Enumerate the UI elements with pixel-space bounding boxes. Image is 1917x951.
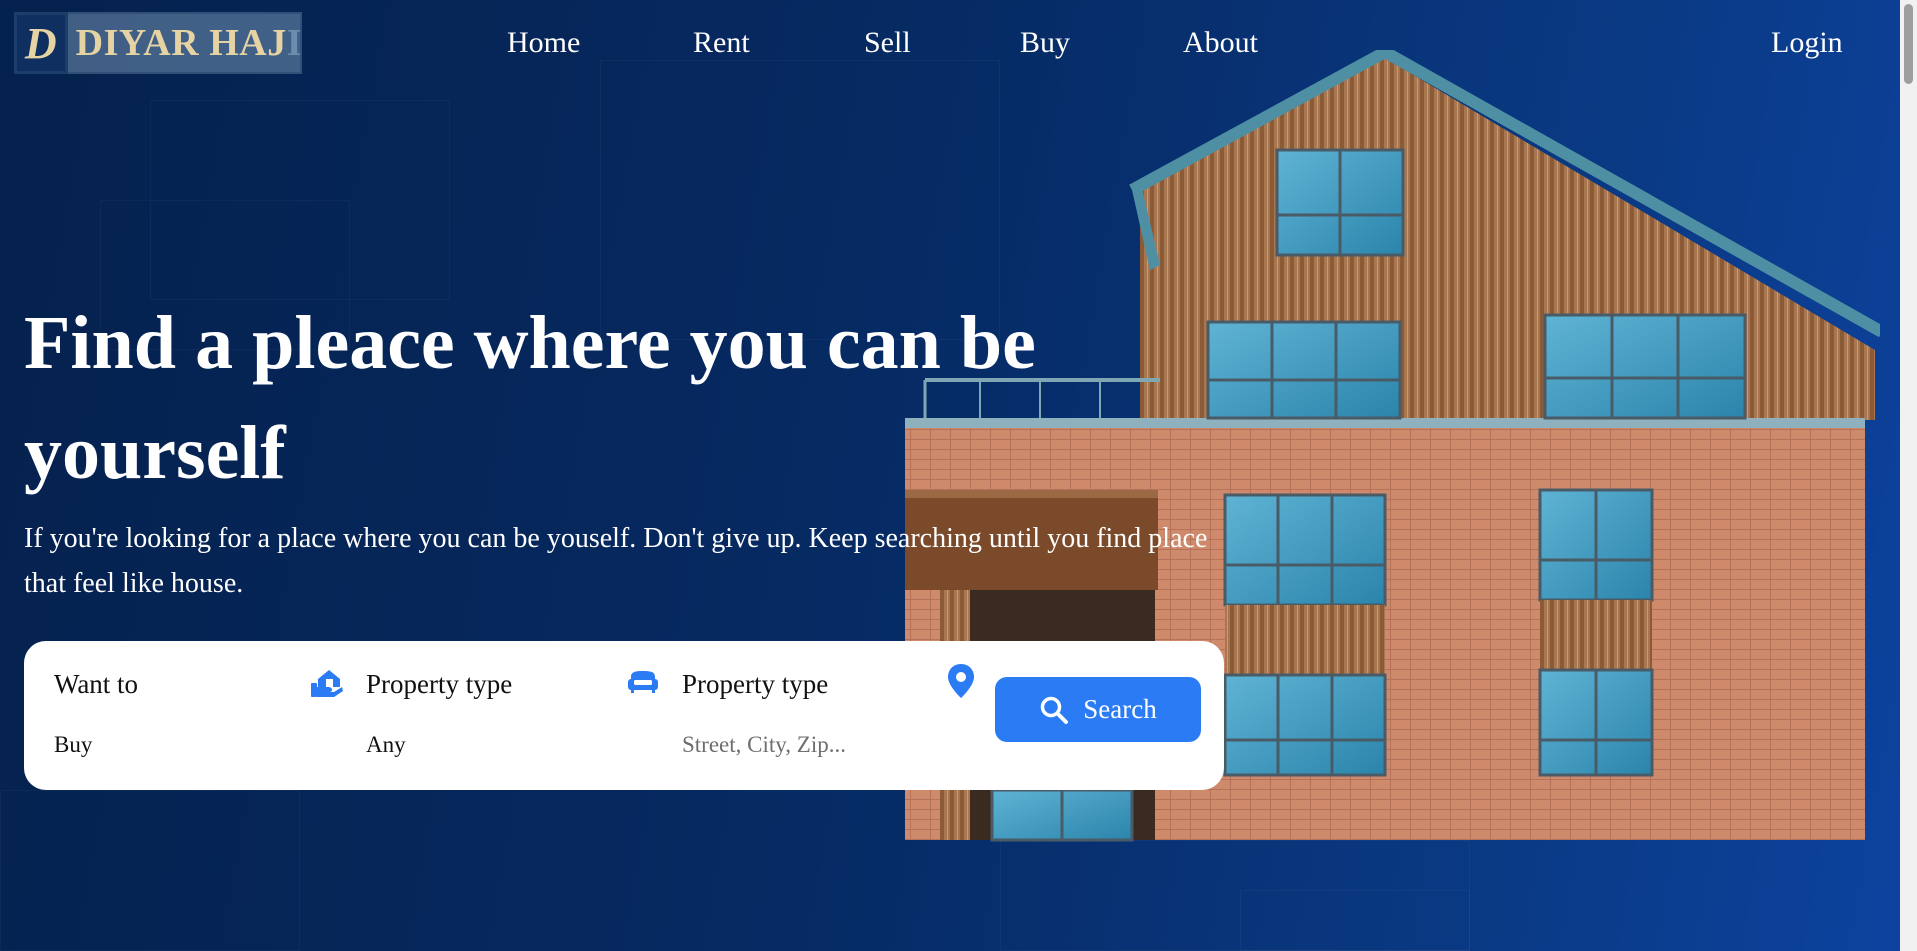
nav-home[interactable]: Home — [507, 26, 580, 60]
hero-title: Find a pleace where you can be yourself — [24, 301, 1036, 495]
hero-subtitle: If you're looking for a place where you … — [24, 523, 1208, 599]
want-to-value[interactable]: Buy — [54, 732, 92, 758]
house-hand-icon — [311, 670, 343, 697]
property-type-label: Property type — [366, 669, 513, 699]
brand-name-faded: I — [286, 22, 302, 64]
nav-rent[interactable]: Rent — [693, 26, 750, 60]
location-input[interactable]: Street, City, Zip... — [682, 732, 846, 758]
brand-logo[interactable]: D DIYAR HAJI — [14, 12, 302, 74]
location-field[interactable]: Property type Street, City, Zip... — [626, 641, 946, 790]
brand-name: DIYAR HAJI — [76, 21, 302, 65]
search-icon — [1041, 696, 1069, 724]
search-button[interactable]: Search — [995, 677, 1201, 742]
logo-letter: D — [24, 18, 57, 68]
sofa-icon — [628, 671, 658, 693]
location-pin-icon — [948, 664, 974, 698]
property-type-value[interactable]: Any — [366, 732, 406, 758]
page-scrollbar[interactable] — [1900, 0, 1917, 951]
search-button-label: Search — [1083, 694, 1157, 724]
want-to-field[interactable]: Want to Buy — [54, 641, 334, 790]
location-label: Property type — [682, 669, 829, 699]
scrollbar-thumb[interactable] — [1904, 4, 1913, 84]
brand-name-text: DIYAR HAJ — [75, 22, 287, 64]
property-type-field[interactable]: Property type Any — [310, 641, 620, 790]
want-to-label: Want to — [54, 669, 139, 699]
logo-mark: D — [14, 12, 68, 74]
search-panel: Want to Buy Property type Any Property t… — [24, 641, 1224, 790]
